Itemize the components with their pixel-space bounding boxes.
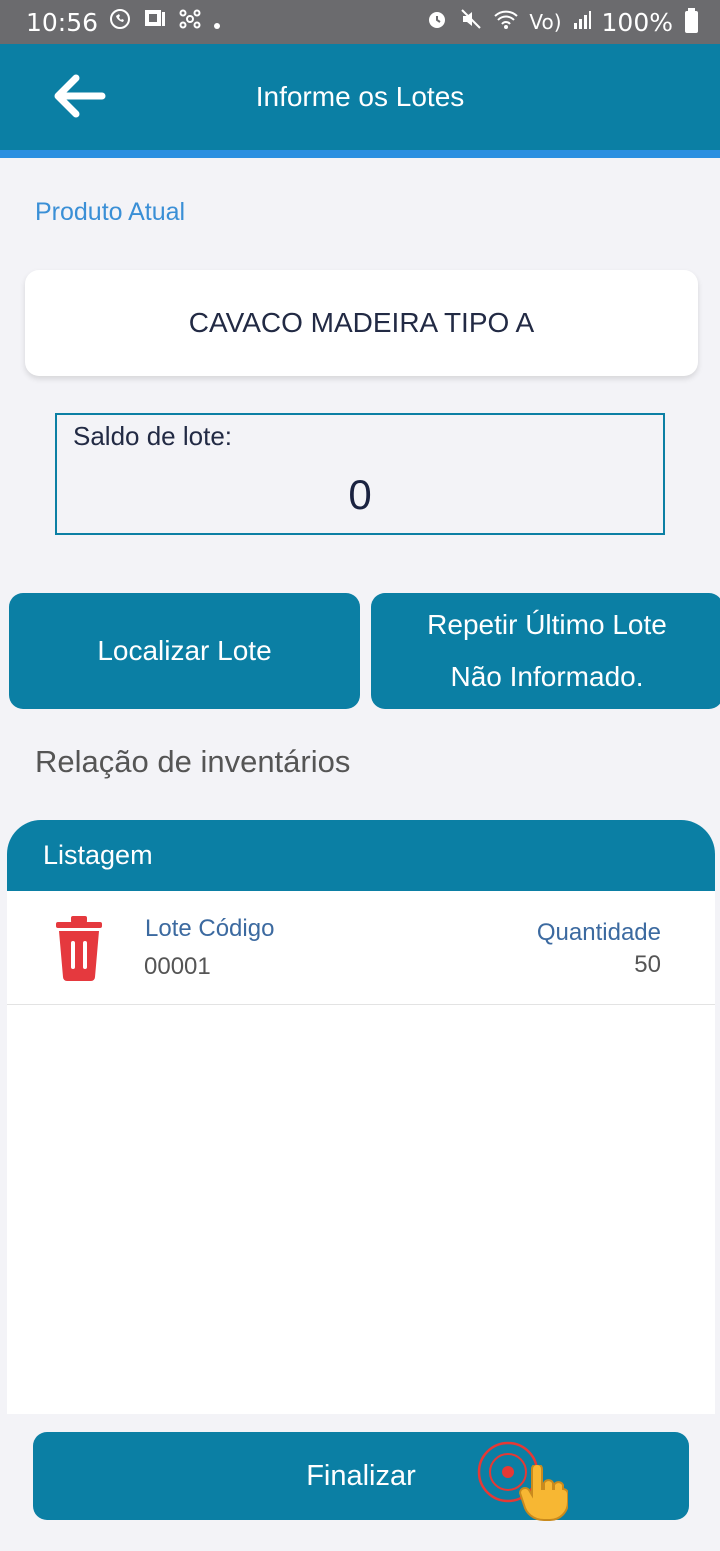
finalizar-button[interactable]: Finalizar <box>33 1432 689 1520</box>
lote-codigo-label: Lote Código <box>145 915 275 942</box>
battery-percent: 100% <box>601 7 673 37</box>
quantidade-label: Quantidade <box>536 919 661 946</box>
arrow-left-icon <box>50 74 106 122</box>
page-title: Informe os Lotes <box>255 81 465 112</box>
listagem-header: Listagem <box>7 820 715 891</box>
app-bar: Informe os Lotes <box>0 44 720 150</box>
trash-icon[interactable] <box>53 915 105 981</box>
battery-icon <box>685 8 698 33</box>
saldo-value: 0 <box>348 471 372 518</box>
produto-name: CAVACO MADEIRA TIPO A <box>188 307 535 338</box>
signal-icon <box>572 8 592 37</box>
produto-card: CAVACO MADEIRA TIPO A <box>25 270 698 376</box>
saldo-box: Saldo de lote: 0 <box>55 413 665 535</box>
produto-label: Produto Atual <box>35 198 186 226</box>
repetir-label-line2: Não Informado. <box>450 661 644 692</box>
localizar-lote-button[interactable]: Localizar Lote <box>9 593 360 709</box>
relacao-heading: Relação de inventários <box>35 744 351 779</box>
status-bar: 10:56 Vo) 100% <box>0 0 720 44</box>
saldo-label: Saldo de lote: <box>73 421 233 451</box>
quantidade-value: 50 <box>634 951 661 978</box>
mute-icon <box>459 7 483 37</box>
app-notification-icon <box>142 7 168 37</box>
localizar-lote-label: Localizar Lote <box>97 635 272 666</box>
list-item[interactable]: Lote Código 00001 Quantidade 50 <box>7 891 715 1005</box>
dot-icon <box>212 8 222 37</box>
whatsapp-icon <box>108 7 132 37</box>
pointing-hand-icon <box>518 1463 569 1521</box>
repetir-label-line1: Repetir Último Lote <box>427 609 667 640</box>
clock: 10:56 <box>26 7 99 37</box>
repetir-ultimo-lote-button[interactable]: Repetir Último Lote Não Informado. <box>371 593 720 709</box>
back-button[interactable] <box>46 70 110 126</box>
finalizar-label: Finalizar <box>306 1460 416 1492</box>
alarm-icon <box>425 7 449 37</box>
app-bar-accent <box>0 150 720 158</box>
listagem-title: Listagem <box>43 840 153 870</box>
lte-indicator: Vo) <box>529 10 562 34</box>
wifi-icon <box>493 7 519 37</box>
lote-codigo-value: 00001 <box>144 953 211 980</box>
listagem-panel: Listagem Lote Código 00001 Quantidade 50 <box>7 820 715 1414</box>
network-icon <box>178 7 202 37</box>
